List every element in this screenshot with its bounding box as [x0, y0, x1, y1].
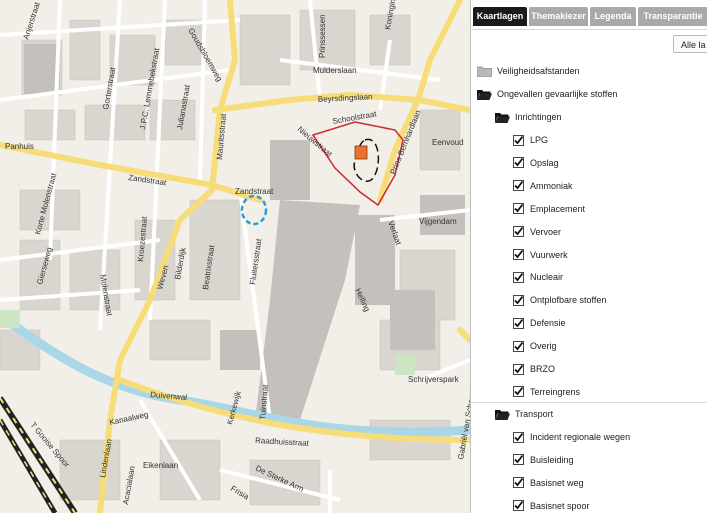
layer-group-transport[interactable]: Transport: [495, 405, 553, 423]
map-canvas[interactable]: Anjerstraat Goudsbloemweg Mulderslaan Pr…: [0, 0, 470, 513]
layer-label: Vuurwerk: [530, 249, 568, 260]
layer-group-veiligheidsafstanden[interactable]: Veiligheidsafstanden: [477, 62, 580, 80]
checkbox-checked-icon: [513, 226, 524, 238]
layer-group-inrichtingen[interactable]: Inrichtingen: [495, 108, 562, 126]
layer-label: Opslag: [530, 157, 559, 168]
layer-label: Ongevallen gevaarlijke stoffen: [497, 89, 618, 99]
layer-label: Ammoniak: [530, 180, 573, 191]
hazard-site-marker[interactable]: [354, 145, 368, 160]
layer-checkbox-item[interactable]: Emplacement: [513, 200, 585, 218]
layer-panel: Kaartlagen Themakiezer Legenda Transpara…: [470, 0, 707, 513]
map-label: Eikenlaan: [143, 461, 178, 470]
layer-checkbox-item[interactable]: Buisleiding: [513, 451, 574, 469]
layer-checkbox-item[interactable]: Ammoniak: [513, 177, 573, 195]
folder-open-icon: [495, 409, 510, 420]
layer-checkbox-item[interactable]: Nucleair: [513, 268, 563, 286]
layer-label: Defensie: [530, 318, 566, 329]
map-view[interactable]: Anjerstraat Goudsbloemweg Mulderslaan Pr…: [0, 0, 470, 513]
checkbox-checked-icon: [513, 340, 524, 352]
layer-label: Incident regionale wegen: [530, 432, 631, 442]
map-label: Mulderslaan: [313, 66, 357, 75]
layer-label: Nucleair: [530, 272, 564, 283]
checkbox-checked-icon: [513, 454, 524, 466]
layer-label: Terreingrens: [530, 386, 581, 397]
layer-label: Overig: [530, 341, 557, 352]
layer-checkbox-item[interactable]: LPG: [513, 131, 548, 149]
layer-checkbox-item[interactable]: Terreingrens: [513, 383, 580, 401]
checkbox-checked-icon: [513, 203, 524, 215]
layer-checkbox-item[interactable]: Vuurwerk: [513, 246, 568, 264]
checkbox-checked-icon: [513, 477, 524, 489]
layer-label: Emplacement: [530, 203, 586, 214]
checkbox-checked-icon: [513, 317, 524, 329]
layer-label: Vervoer: [530, 226, 562, 237]
checkbox-checked-icon: [513, 271, 524, 283]
tab-kaartlagen[interactable]: Kaartlagen: [473, 7, 527, 26]
map-label: Schrijverspark: [408, 375, 460, 384]
layer-label: Transport: [515, 409, 554, 419]
folder-open-icon: [495, 112, 510, 123]
layer-checkbox-item[interactable]: Incident regionale wegen: [513, 428, 630, 446]
layer-label: LPG: [530, 135, 549, 145]
map-label: Zandstraat: [235, 187, 274, 196]
map-label: Eenvoud: [432, 138, 464, 147]
checkbox-checked-icon: [513, 157, 524, 169]
layer-label: Buisleiding: [530, 454, 574, 465]
tab-transparantie[interactable]: Transparantie: [638, 7, 707, 26]
list-divider: [471, 402, 707, 403]
layer-checkbox-item[interactable]: BRZO: [513, 360, 555, 378]
select-all-layers-button[interactable]: Alle la: [673, 35, 707, 53]
tab-legenda[interactable]: Legenda: [590, 7, 636, 26]
folder-closed-icon: [477, 66, 492, 77]
panel-toolbar: Alle la: [471, 30, 707, 58]
layer-label: BRZO: [530, 364, 556, 374]
layer-checkbox-item[interactable]: Opslag: [513, 154, 559, 172]
layer-checkbox-item[interactable]: Basisnet spoor: [513, 497, 590, 513]
layer-label: Veiligheidsafstanden: [497, 66, 580, 76]
map-label: Panhuis: [5, 142, 34, 151]
checkbox-checked-icon: [513, 134, 524, 146]
layer-label: Ontplofbare stoffen: [530, 295, 607, 306]
checkbox-checked-icon: [513, 386, 524, 398]
layer-checkbox-item[interactable]: Basisnet weg: [513, 474, 584, 492]
layer-checkbox-item[interactable]: Ontplofbare stoffen: [513, 291, 606, 309]
checkbox-checked-icon: [513, 294, 524, 306]
map-label: Prinssessen: [318, 14, 327, 58]
checkbox-checked-icon: [513, 500, 524, 512]
layer-label: Inrichtingen: [515, 112, 562, 122]
map-label: Vijgendam: [419, 217, 457, 226]
layer-label: Basisnet weg: [530, 477, 584, 488]
folder-open-icon: [477, 89, 492, 100]
checkbox-checked-icon: [513, 363, 524, 375]
layer-checkbox-item[interactable]: Overig: [513, 337, 557, 355]
layer-checkbox-item[interactable]: Vervoer: [513, 223, 561, 241]
checkbox-checked-icon: [513, 431, 524, 443]
panel-tabs: Kaartlagen Themakiezer Legenda Transpara…: [471, 0, 707, 30]
checkbox-checked-icon: [513, 180, 524, 192]
layer-label: Basisnet spoor: [530, 500, 590, 511]
checkbox-checked-icon: [513, 249, 524, 260]
layer-checkbox-item[interactable]: Defensie: [513, 314, 566, 332]
tab-themakiezer[interactable]: Themakiezer: [529, 7, 588, 26]
layer-group-ongevallen[interactable]: Ongevallen gevaarlijke stoffen: [477, 85, 617, 103]
